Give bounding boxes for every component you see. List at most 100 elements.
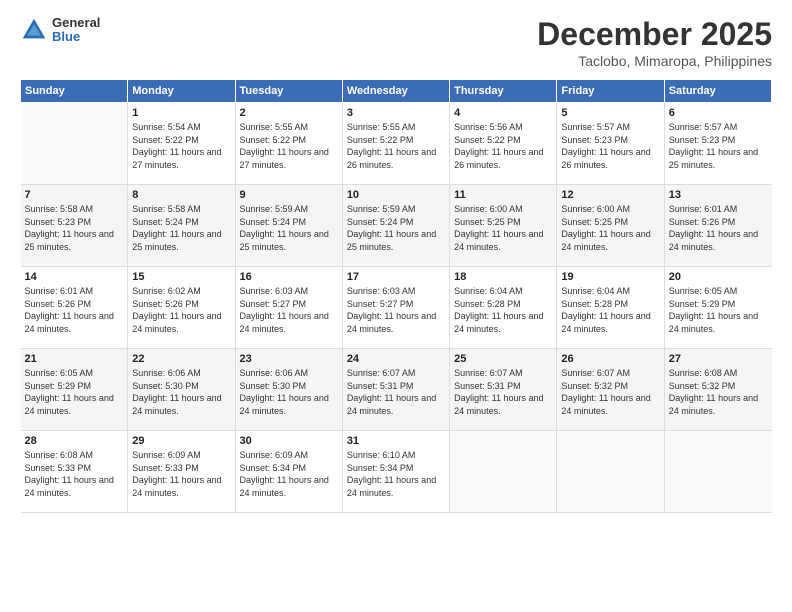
calendar-cell: 17 Sunrise: 6:03 AMSunset: 5:27 PMDayligh… <box>342 267 449 349</box>
day-number: 15 <box>132 271 230 283</box>
day-info: Sunrise: 5:55 AMSunset: 5:22 PMDaylight:… <box>240 121 338 171</box>
day-info: Sunrise: 5:59 AMSunset: 5:24 PMDaylight:… <box>240 203 338 253</box>
day-number: 24 <box>347 353 445 365</box>
calendar-cell: 18 Sunrise: 6:04 AMSunset: 5:28 PMDayligh… <box>450 267 557 349</box>
calendar-cell: 29 Sunrise: 6:09 AMSunset: 5:33 PMDayligh… <box>128 431 235 513</box>
calendar-cell: 16Sunrise: 6:03 AMSunset: 5:27 PMDayligh… <box>235 267 342 349</box>
day-number: 19 <box>561 271 659 283</box>
day-info: Sunrise: 5:58 AMSunset: 5:23 PMDaylight:… <box>25 203 124 253</box>
day-number: 4 <box>454 107 552 119</box>
day-info: Sunrise: 6:07 AMSunset: 5:31 PMDaylight:… <box>347 367 445 417</box>
weekday-header-row: SundayMondayTuesdayWednesdayThursdayFrid… <box>21 80 772 103</box>
weekday-header-monday: Monday <box>128 80 235 103</box>
calendar-cell: 13 Sunrise: 6:01 AMSunset: 5:26 PMDayligh… <box>664 185 771 267</box>
day-number: 13 <box>669 189 768 201</box>
day-number: 2 <box>240 107 338 119</box>
logo-text: General Blue <box>52 16 100 45</box>
day-number: 25 <box>454 353 552 365</box>
header: General Blue December 2025 Taclobo, Mima… <box>20 16 772 69</box>
day-info: Sunrise: 6:00 AMSunset: 5:25 PMDaylight:… <box>561 203 659 253</box>
day-info: Sunrise: 5:58 AMSunset: 5:24 PMDaylight:… <box>132 203 230 253</box>
day-info: Sunrise: 6:08 AMSunset: 5:32 PMDaylight:… <box>669 367 768 417</box>
day-number: 3 <box>347 107 445 119</box>
day-number: 1 <box>132 107 230 119</box>
logo: General Blue <box>20 16 100 45</box>
day-info: Sunrise: 6:07 AMSunset: 5:31 PMDaylight:… <box>454 367 552 417</box>
day-info: Sunrise: 6:05 AMSunset: 5:29 PMDaylight:… <box>669 285 768 335</box>
logo-line2: Blue <box>52 30 100 44</box>
calendar: SundayMondayTuesdayWednesdayThursdayFrid… <box>20 79 772 513</box>
day-number: 11 <box>454 189 552 201</box>
calendar-cell: 3 Sunrise: 5:55 AMSunset: 5:22 PMDaylight… <box>342 103 449 185</box>
day-number: 6 <box>669 107 768 119</box>
day-number: 8 <box>132 189 230 201</box>
calendar-cell: 12 Sunrise: 6:00 AMSunset: 5:25 PMDayligh… <box>557 185 664 267</box>
day-info: Sunrise: 5:54 AMSunset: 5:22 PMDaylight:… <box>132 121 230 171</box>
calendar-cell: 10 Sunrise: 5:59 AMSunset: 5:24 PMDayligh… <box>342 185 449 267</box>
day-info: Sunrise: 6:06 AMSunset: 5:30 PMDaylight:… <box>240 367 338 417</box>
day-info: Sunrise: 6:06 AMSunset: 5:30 PMDaylight:… <box>132 367 230 417</box>
day-number: 17 <box>347 271 445 283</box>
day-number: 9 <box>240 189 338 201</box>
day-number: 27 <box>669 353 768 365</box>
day-number: 30 <box>240 435 338 447</box>
calendar-cell: 6 Sunrise: 5:57 AMSunset: 5:23 PMDaylight… <box>664 103 771 185</box>
day-number: 18 <box>454 271 552 283</box>
day-number: 21 <box>25 353 124 365</box>
calendar-cell: 15 Sunrise: 6:02 AMSunset: 5:26 PMDayligh… <box>128 267 235 349</box>
day-info: Sunrise: 5:55 AMSunset: 5:22 PMDaylight:… <box>347 121 445 171</box>
week-row-5: 28Sunrise: 6:08 AMSunset: 5:33 PMDayligh… <box>21 431 772 513</box>
day-number: 14 <box>25 271 124 283</box>
logo-line1: General <box>52 16 100 30</box>
title-area: December 2025 Taclobo, Mimaropa, Philipp… <box>537 16 772 69</box>
day-number: 23 <box>240 353 338 365</box>
calendar-cell: 20 Sunrise: 6:05 AMSunset: 5:29 PMDayligh… <box>664 267 771 349</box>
day-number: 29 <box>132 435 230 447</box>
month-title: December 2025 <box>537 16 772 53</box>
calendar-cell: 1 Sunrise: 5:54 AMSunset: 5:22 PMDaylight… <box>128 103 235 185</box>
day-info: Sunrise: 6:07 AMSunset: 5:32 PMDaylight:… <box>561 367 659 417</box>
week-row-1: 1 Sunrise: 5:54 AMSunset: 5:22 PMDaylight… <box>21 103 772 185</box>
calendar-cell <box>557 431 664 513</box>
logo-icon <box>20 16 48 44</box>
day-number: 28 <box>25 435 124 447</box>
calendar-cell: 11 Sunrise: 6:00 AMSunset: 5:25 PMDayligh… <box>450 185 557 267</box>
calendar-cell: 25 Sunrise: 6:07 AMSunset: 5:31 PMDayligh… <box>450 349 557 431</box>
day-number: 16 <box>240 271 338 283</box>
day-info: Sunrise: 5:59 AMSunset: 5:24 PMDaylight:… <box>347 203 445 253</box>
calendar-cell <box>664 431 771 513</box>
day-info: Sunrise: 6:03 AMSunset: 5:27 PMDaylight:… <box>347 285 445 335</box>
week-row-3: 14Sunrise: 6:01 AMSunset: 5:26 PMDayligh… <box>21 267 772 349</box>
day-number: 20 <box>669 271 768 283</box>
calendar-cell: 30Sunrise: 6:09 AMSunset: 5:34 PMDayligh… <box>235 431 342 513</box>
calendar-cell: 28Sunrise: 6:08 AMSunset: 5:33 PMDayligh… <box>21 431 128 513</box>
calendar-cell <box>450 431 557 513</box>
calendar-cell: 27 Sunrise: 6:08 AMSunset: 5:32 PMDayligh… <box>664 349 771 431</box>
calendar-cell: 7Sunrise: 5:58 AMSunset: 5:23 PMDaylight… <box>21 185 128 267</box>
day-info: Sunrise: 6:04 AMSunset: 5:28 PMDaylight:… <box>561 285 659 335</box>
calendar-cell: 19 Sunrise: 6:04 AMSunset: 5:28 PMDayligh… <box>557 267 664 349</box>
day-info: Sunrise: 5:57 AMSunset: 5:23 PMDaylight:… <box>669 121 768 171</box>
day-info: Sunrise: 6:09 AMSunset: 5:33 PMDaylight:… <box>132 449 230 499</box>
day-info: Sunrise: 6:10 AMSunset: 5:34 PMDaylight:… <box>347 449 445 499</box>
day-number: 22 <box>132 353 230 365</box>
day-number: 12 <box>561 189 659 201</box>
day-info: Sunrise: 5:56 AMSunset: 5:22 PMDaylight:… <box>454 121 552 171</box>
calendar-cell: 9 Sunrise: 5:59 AMSunset: 5:24 PMDaylight… <box>235 185 342 267</box>
week-row-2: 7Sunrise: 5:58 AMSunset: 5:23 PMDaylight… <box>21 185 772 267</box>
calendar-cell: 31 Sunrise: 6:10 AMSunset: 5:34 PMDayligh… <box>342 431 449 513</box>
day-info: Sunrise: 6:00 AMSunset: 5:25 PMDaylight:… <box>454 203 552 253</box>
weekday-header-tuesday: Tuesday <box>235 80 342 103</box>
day-number: 31 <box>347 435 445 447</box>
day-info: Sunrise: 6:02 AMSunset: 5:26 PMDaylight:… <box>132 285 230 335</box>
calendar-cell <box>21 103 128 185</box>
weekday-header-wednesday: Wednesday <box>342 80 449 103</box>
location-title: Taclobo, Mimaropa, Philippines <box>537 53 772 69</box>
day-number: 10 <box>347 189 445 201</box>
day-number: 26 <box>561 353 659 365</box>
calendar-cell: 8 Sunrise: 5:58 AMSunset: 5:24 PMDaylight… <box>128 185 235 267</box>
day-info: Sunrise: 6:04 AMSunset: 5:28 PMDaylight:… <box>454 285 552 335</box>
day-info: Sunrise: 6:01 AMSunset: 5:26 PMDaylight:… <box>669 203 768 253</box>
day-number: 5 <box>561 107 659 119</box>
calendar-cell: 26 Sunrise: 6:07 AMSunset: 5:32 PMDayligh… <box>557 349 664 431</box>
